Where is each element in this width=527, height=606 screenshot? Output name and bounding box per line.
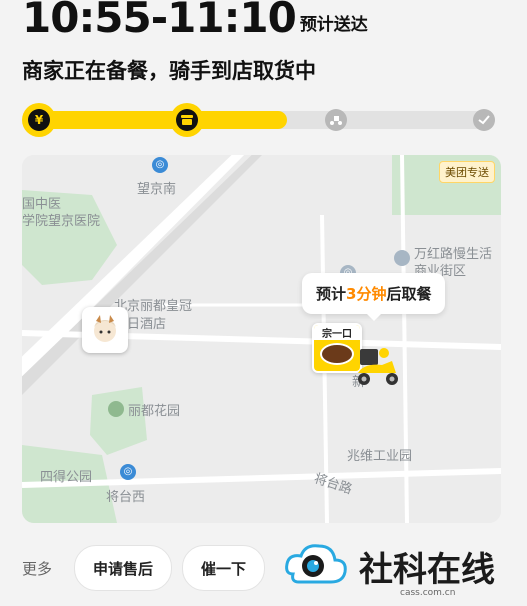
after-sale-button[interactable]: 申请售后 (74, 545, 173, 591)
rider-icon (330, 116, 342, 125)
dish-image (320, 343, 354, 365)
map-label-sidegongyuan: 四得公园 (40, 470, 93, 485)
watermark: 社科在线 (283, 540, 495, 592)
more-label[interactable]: 更多 (22, 558, 52, 579)
step-paid: ¥ (22, 103, 56, 137)
eta-row: 10:55-11:10 预计送达 (22, 0, 368, 44)
metro-icon: ◎ (152, 157, 168, 173)
map-label-lidu-hotel-2: 日酒店 (127, 317, 167, 332)
park-pin-icon (108, 401, 124, 417)
check-icon (478, 115, 490, 125)
metro-icon: ◎ (120, 464, 136, 480)
progress-fill (32, 111, 287, 129)
watermark-url: cass.com.cn (400, 588, 456, 598)
eta-time: 10:55-11:10 (22, 0, 297, 42)
eta-label: 预计送达 (299, 15, 368, 35)
step-preparing (170, 103, 204, 137)
poi-pin-icon (394, 250, 410, 266)
delivery-map[interactable]: 美团专送 ◎ 望京南 国中医 学院望京医院 万红路慢生活 商业街区 ◎ 北京丽都… (22, 155, 501, 523)
step-delivered (467, 103, 501, 137)
watermark-text: 社科在线 (359, 549, 495, 590)
watermark-logo-icon (285, 544, 347, 584)
meituan-delivery-badge: 美团专送 (439, 161, 495, 183)
callout-prefix: 预计 (316, 285, 347, 303)
map-label-wangjing-south: 望京南 (137, 182, 177, 197)
map-label-lidu-garden: 丽都花园 (128, 404, 181, 419)
order-status: 商家正在备餐，骑手到店取货中 (22, 59, 316, 83)
avatar-image (94, 315, 116, 342)
customer-avatar[interactable] (82, 307, 128, 353)
delivery-progress: ¥ (22, 103, 501, 137)
step-delivering (319, 103, 353, 137)
urge-button[interactable]: 催一下 (182, 545, 266, 591)
pickup-eta-callout: 预计3分钟后取餐 (302, 273, 446, 321)
shop-icon (181, 115, 193, 125)
map-label-hospital-2: 学院望京医院 (22, 214, 101, 229)
yuan-icon: ¥ (34, 113, 44, 127)
callout-suffix: 后取餐 (386, 285, 432, 303)
map-label-zhaowei: 兆维工业园 (347, 449, 413, 464)
callout-minutes: 3分钟 (346, 285, 387, 303)
shop-name: 宗一口 (314, 325, 360, 340)
rider-scooter-icon[interactable] (352, 343, 402, 389)
map-label-jiangtai-west: 将台西 (106, 490, 146, 505)
